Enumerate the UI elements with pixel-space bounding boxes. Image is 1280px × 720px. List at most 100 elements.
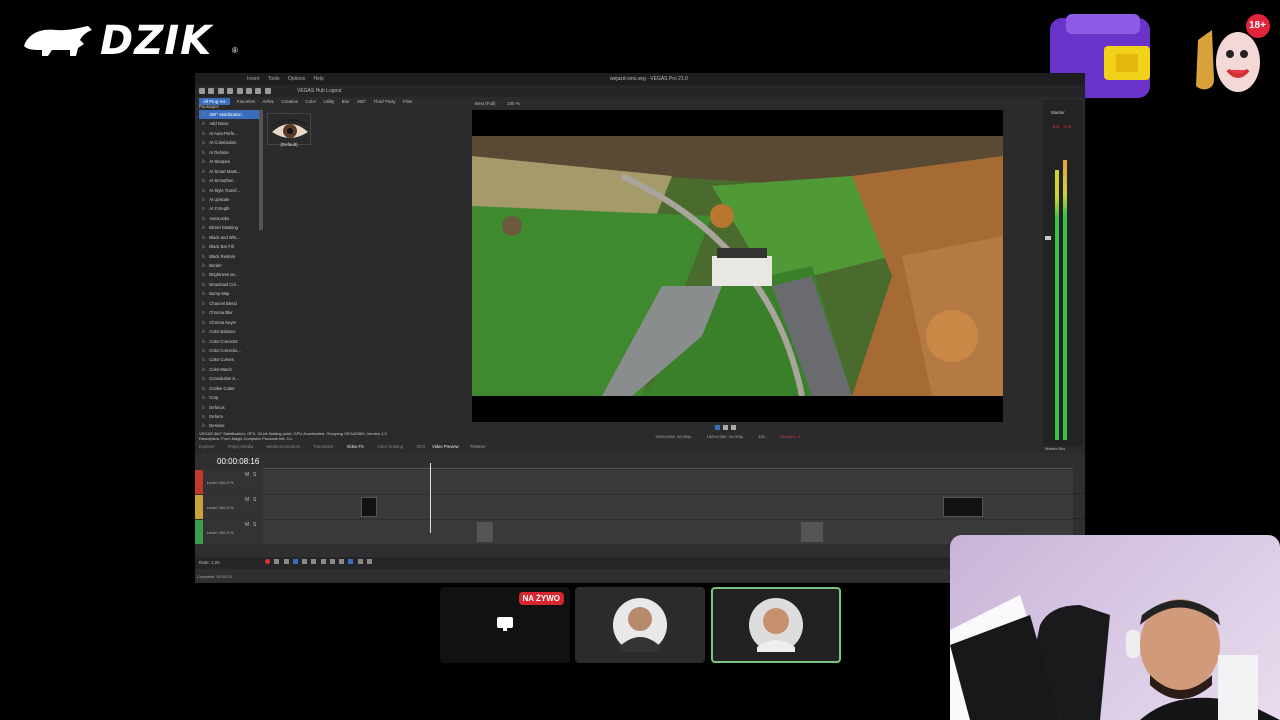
fx-list-item[interactable]: fx Bézier Masking <box>199 223 261 232</box>
selection-icon[interactable] <box>366 559 372 564</box>
prev-frame-icon[interactable] <box>320 559 326 564</box>
fx-list-item[interactable]: fx Cookie Cutter <box>199 384 261 393</box>
fx-list-item[interactable]: fx AI Smoothen <box>199 176 261 185</box>
fx-list-item[interactable]: fx Bump Map <box>199 289 261 298</box>
video-clip[interactable] <box>801 522 823 542</box>
fx-list-scrollbar[interactable] <box>259 110 263 230</box>
participant-tile-2[interactable] <box>575 587 705 663</box>
pause-icon[interactable] <box>723 425 728 430</box>
render-icon[interactable] <box>227 88 234 94</box>
solo-button[interactable]: S <box>253 522 256 528</box>
next-frame-icon[interactable] <box>329 559 335 564</box>
fx-list-item[interactable]: fx Denoise <box>199 421 261 430</box>
video-clip[interactable] <box>477 522 493 542</box>
track-lane[interactable] <box>263 470 1073 494</box>
vegas-hub-link[interactable]: VEGAS Hub Logout <box>297 88 341 94</box>
fx-list-item[interactable]: fx Color Balance <box>199 327 261 336</box>
fx-list-item[interactable]: fx Color Corrector <box>199 337 261 346</box>
fx-list-item[interactable]: fx Chroma Keyer <box>199 318 261 327</box>
participant-tile-screen[interactable]: NA ŻYWO <box>440 587 570 663</box>
tab-360[interactable]: 360° <box>357 99 366 104</box>
tab-explorer[interactable]: Explorer <box>199 444 215 449</box>
clip[interactable] <box>943 497 983 517</box>
undo-icon[interactable] <box>255 88 262 94</box>
fx-list-item[interactable]: fx Defocus <box>199 403 261 412</box>
fx-list-item[interactable]: fx Chroma Blur <box>199 308 261 317</box>
fx-list-item[interactable]: fx AI Colorization <box>199 138 261 147</box>
menu-help[interactable]: Help <box>314 76 324 82</box>
tab-video-fx[interactable]: Video FX <box>347 444 364 449</box>
play-from-start-icon[interactable] <box>283 559 289 564</box>
tab-color[interactable]: Color <box>305 99 316 104</box>
fx-list-item[interactable]: fx Color Correctio... <box>199 346 261 355</box>
fx-list-item[interactable]: fx Crop <box>199 393 261 402</box>
properties-icon[interactable] <box>236 88 243 94</box>
tab-blur[interactable]: Blur <box>342 99 350 104</box>
tab-color-grading[interactable]: Color Grading <box>377 444 403 449</box>
tab-favorites[interactable]: Favorites <box>237 99 256 104</box>
go-end-icon[interactable] <box>339 559 345 564</box>
fx-list-item[interactable]: fx Black and Whi... <box>199 233 261 242</box>
tab-seo[interactable]: SEO <box>416 444 425 449</box>
envelope-edit-icon[interactable] <box>357 559 363 564</box>
fx-list-item[interactable]: fx 360° Stabilization <box>199 110 261 120</box>
preset-thumbnail[interactable] <box>267 113 311 145</box>
play-icon[interactable] <box>715 425 720 430</box>
mute-button[interactable]: M <box>245 497 249 503</box>
fx-list-item[interactable]: fx Convolution K... <box>199 374 261 383</box>
tab-ai-ml[interactable]: AI/ML <box>262 99 274 104</box>
preview-quality-select[interactable]: Best (Full) <box>475 101 496 106</box>
fx-list-item[interactable]: fx Channel Blend <box>199 299 261 308</box>
tab-video-preview[interactable]: Video Preview <box>432 444 459 449</box>
fx-list-item[interactable]: fx Border <box>199 261 261 270</box>
playhead[interactable] <box>430 463 431 533</box>
tab-trimmer[interactable]: Trimmer <box>470 444 485 449</box>
settings-icon[interactable] <box>245 88 252 94</box>
fx-list-item[interactable]: fx AI Sharpen <box>199 157 261 166</box>
tab-media-generators[interactable]: Media Generators <box>267 444 301 449</box>
redo-icon[interactable] <box>264 88 271 94</box>
normal-edit-icon[interactable] <box>348 559 354 564</box>
pause-icon[interactable] <box>302 559 308 564</box>
fx-list-item[interactable]: fx AI Smart Mask... <box>199 167 261 176</box>
tab-project-media[interactable]: Project Media <box>228 444 254 449</box>
fx-list-item[interactable]: fx Brightness an... <box>199 270 261 279</box>
solo-button[interactable]: S <box>253 497 256 503</box>
fx-list-item[interactable]: fx AI Z-Depth <box>199 204 261 213</box>
fx-list-item[interactable]: fx Black Bar Fill <box>199 242 261 251</box>
fx-list-item[interactable]: fx Broadcast Col... <box>199 280 261 289</box>
record-icon[interactable] <box>265 559 270 564</box>
tab-creative[interactable]: Creative <box>281 99 298 104</box>
fx-list-item[interactable]: fx AI Upscale <box>199 195 261 204</box>
menu-tools[interactable]: Tools <box>268 76 280 82</box>
master-fader[interactable] <box>1045 236 1051 240</box>
new-icon[interactable] <box>199 88 205 94</box>
tab-third-party[interactable]: Third Party <box>373 99 395 104</box>
mute-button[interactable]: M <box>245 472 249 478</box>
loop-icon[interactable] <box>274 559 280 564</box>
track-lane[interactable] <box>263 495 1073 519</box>
timeline-ruler[interactable] <box>263 463 1073 469</box>
open-icon[interactable] <box>208 88 215 94</box>
tab-transitions[interactable]: Transitions <box>313 444 333 449</box>
solo-button[interactable]: S <box>253 472 256 478</box>
participant-tile-3[interactable] <box>711 587 841 663</box>
preview-zoom[interactable]: 100 % <box>507 101 520 106</box>
fx-list-item[interactable]: fx AI Auto-Perfe... <box>199 129 261 138</box>
fx-list-item[interactable]: fx Color Match <box>199 365 261 374</box>
menu-insert[interactable]: Insert <box>247 76 260 82</box>
menu-options[interactable]: Options <box>288 76 305 82</box>
tab-utility[interactable]: Utility <box>323 99 334 104</box>
fx-list-item[interactable]: fx AutoLooks <box>199 214 261 223</box>
clip[interactable] <box>361 497 377 517</box>
stop-icon[interactable] <box>311 559 317 564</box>
mute-button[interactable]: M <box>245 522 249 528</box>
fx-list-item[interactable]: fx Black Restore <box>199 252 261 261</box>
fx-list-item[interactable]: fx Color Curves <box>199 355 261 364</box>
fx-list-item[interactable]: fx Add Noise <box>199 119 261 128</box>
save-icon[interactable] <box>217 88 224 94</box>
fx-list-item[interactable]: fx AI Style Transf... <box>199 186 261 195</box>
stop-icon[interactable] <box>731 425 736 430</box>
fx-list-item[interactable]: fx AI Dehaze <box>199 148 261 157</box>
fx-list-item[interactable]: fx Deform <box>199 412 261 421</box>
